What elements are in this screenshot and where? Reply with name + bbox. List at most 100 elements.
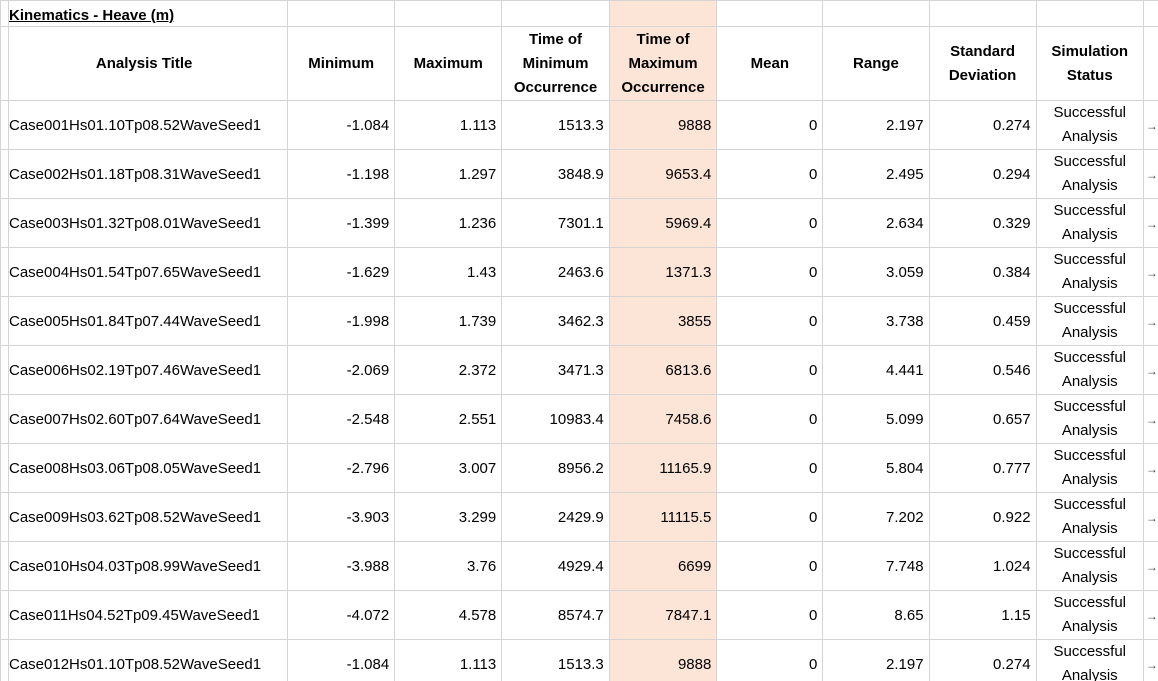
cell-analysis-title[interactable]: Case002Hs01.18Tp08.31WaveSeed1 — [0, 149, 289, 199]
cell-mean[interactable]: 0 — [716, 590, 824, 640]
empty-cell[interactable] — [822, 0, 930, 27]
cell-analysis-title[interactable]: Case003Hs01.32Tp08.01WaveSeed1 — [0, 198, 289, 248]
cell-sim-status[interactable]: Successful Analysis — [1035, 100, 1144, 150]
cell-time-min[interactable]: 1513.3 — [501, 639, 610, 681]
cell-time-max[interactable]: 6699 — [608, 541, 718, 591]
cell-time-max[interactable]: 5969.4 — [608, 198, 718, 248]
cell-minimum[interactable]: -1.198 — [287, 149, 396, 199]
cell-maximum[interactable]: 1.113 — [394, 100, 503, 150]
cell-minimum[interactable]: -2.069 — [287, 345, 396, 395]
empty-cell[interactable] — [608, 0, 718, 27]
cell-analysis-title[interactable]: Case012Hs01.10Tp08.52WaveSeed1 — [0, 639, 289, 681]
cell-mean[interactable]: 0 — [716, 149, 824, 199]
cell-sim-status[interactable]: Successful Analysis — [1035, 149, 1144, 199]
cell-time-min[interactable]: 2429.9 — [501, 492, 610, 542]
cell-range[interactable]: 4.441 — [822, 345, 930, 395]
cell-range[interactable]: 2.495 — [822, 149, 930, 199]
cell-range[interactable]: 2.197 — [822, 100, 930, 150]
cell-std-dev[interactable]: 0.657 — [928, 394, 1037, 444]
cell-analysis-title[interactable]: Case004Hs01.54Tp07.65WaveSeed1 — [0, 247, 289, 297]
cell-mean[interactable]: 0 — [716, 443, 824, 493]
cell-minimum[interactable]: -1.084 — [287, 639, 396, 681]
cell-time-max[interactable]: 9653.4 — [608, 149, 718, 199]
cell-std-dev[interactable]: 0.546 — [928, 345, 1037, 395]
cell-time-min[interactable]: 4929.4 — [501, 541, 610, 591]
cell-analysis-title[interactable]: Case008Hs03.06Tp08.05WaveSeed1 — [0, 443, 289, 493]
header-time-max[interactable]: Time of Maximum Occurrence — [608, 26, 718, 101]
header-range[interactable]: Range — [822, 26, 930, 101]
cell-mean[interactable]: 0 — [716, 100, 824, 150]
cell-range[interactable]: 2.634 — [822, 198, 930, 248]
header-time-min[interactable]: Time of Minimum Occurrence — [501, 26, 610, 101]
cell-std-dev[interactable]: 0.922 — [928, 492, 1037, 542]
cell-time-max[interactable]: 6813.6 — [608, 345, 718, 395]
header-minimum[interactable]: Minimum — [287, 26, 396, 101]
cell-time-max[interactable]: 11165.9 — [608, 443, 718, 493]
cell-mean[interactable]: 0 — [716, 394, 824, 444]
empty-cell[interactable] — [1035, 0, 1144, 27]
empty-cell[interactable] — [394, 0, 503, 27]
cell-mean[interactable]: 0 — [716, 247, 824, 297]
cell-time-max[interactable]: 1371.3 — [608, 247, 718, 297]
cell-time-min[interactable]: 8956.2 — [501, 443, 610, 493]
header-sim-status[interactable]: Simulation Status — [1035, 26, 1144, 101]
cell-minimum[interactable]: -2.548 — [287, 394, 396, 444]
cell-minimum[interactable]: -1.629 — [287, 247, 396, 297]
cell-maximum[interactable]: 2.372 — [394, 345, 503, 395]
cell-sim-status[interactable]: Successful Analysis — [1035, 541, 1144, 591]
cell-analysis-title[interactable]: Case009Hs03.62Tp08.52WaveSeed1 — [0, 492, 289, 542]
cell-range[interactable]: 7.202 — [822, 492, 930, 542]
cell-maximum[interactable]: 1.236 — [394, 198, 503, 248]
cell-minimum[interactable]: -2.796 — [287, 443, 396, 493]
header-maximum[interactable]: Maximum — [394, 26, 503, 101]
empty-cell[interactable] — [928, 0, 1037, 27]
cell-maximum[interactable]: 4.578 — [394, 590, 503, 640]
cell-time-min[interactable]: 7301.1 — [501, 198, 610, 248]
cell-sim-status[interactable]: Successful Analysis — [1035, 198, 1144, 248]
cell-time-max[interactable]: 9888 — [608, 639, 718, 681]
cell-std-dev[interactable]: 1.024 — [928, 541, 1037, 591]
cell-std-dev[interactable]: 0.329 — [928, 198, 1037, 248]
cell-analysis-title[interactable]: Case005Hs01.84Tp07.44WaveSeed1 — [0, 296, 289, 346]
header-mean[interactable]: Mean — [716, 26, 824, 101]
cell-std-dev[interactable]: 0.294 — [928, 149, 1037, 199]
cell-range[interactable]: 8.65 — [822, 590, 930, 640]
cell-minimum[interactable]: -1.399 — [287, 198, 396, 248]
cell-maximum[interactable]: 2.551 — [394, 394, 503, 444]
cell-time-min[interactable]: 3848.9 — [501, 149, 610, 199]
cell-sim-status[interactable]: Successful Analysis — [1035, 639, 1144, 681]
cell-mean[interactable]: 0 — [716, 198, 824, 248]
cell-maximum[interactable]: 1.297 — [394, 149, 503, 199]
cell-range[interactable]: 2.197 — [822, 639, 930, 681]
cell-minimum[interactable]: -1.084 — [287, 100, 396, 150]
empty-cell[interactable] — [501, 0, 610, 27]
cell-analysis-title[interactable]: Case007Hs02.60Tp07.64WaveSeed1 — [0, 394, 289, 444]
cell-time-max[interactable]: 9888 — [608, 100, 718, 150]
cell-sim-status[interactable]: Successful Analysis — [1035, 394, 1144, 444]
cell-std-dev[interactable]: 0.274 — [928, 100, 1037, 150]
cell-analysis-title[interactable]: Case001Hs01.10Tp08.52WaveSeed1 — [0, 100, 289, 150]
cell-sim-status[interactable]: Successful Analysis — [1035, 492, 1144, 542]
cell-std-dev[interactable]: 0.384 — [928, 247, 1037, 297]
cell-mean[interactable]: 0 — [716, 296, 824, 346]
cell-time-min[interactable]: 3462.3 — [501, 296, 610, 346]
cell-maximum[interactable]: 1.113 — [394, 639, 503, 681]
cell-mean[interactable]: 0 — [716, 345, 824, 395]
cell-sim-status[interactable]: Successful Analysis — [1035, 296, 1144, 346]
cell-maximum[interactable]: 1.43 — [394, 247, 503, 297]
cell-analysis-title[interactable]: Case006Hs02.19Tp07.46WaveSeed1 — [0, 345, 289, 395]
cell-time-min[interactable]: 1513.3 — [501, 100, 610, 150]
cell-time-min[interactable]: 3471.3 — [501, 345, 610, 395]
cell-sim-status[interactable]: Successful Analysis — [1035, 590, 1144, 640]
sheet-title[interactable]: Kinematics - Heave (m) — [0, 0, 289, 27]
cell-minimum[interactable]: -4.072 — [287, 590, 396, 640]
cell-time-max[interactable]: 3855 — [608, 296, 718, 346]
empty-cell[interactable] — [716, 0, 824, 27]
cell-time-max[interactable]: 11115.5 — [608, 492, 718, 542]
cell-std-dev[interactable]: 0.777 — [928, 443, 1037, 493]
cell-range[interactable]: 5.099 — [822, 394, 930, 444]
empty-cell[interactable] — [287, 0, 396, 27]
cell-range[interactable]: 3.738 — [822, 296, 930, 346]
cell-time-min[interactable]: 8574.7 — [501, 590, 610, 640]
cell-analysis-title[interactable]: Case010Hs04.03Tp08.99WaveSeed1 — [0, 541, 289, 591]
